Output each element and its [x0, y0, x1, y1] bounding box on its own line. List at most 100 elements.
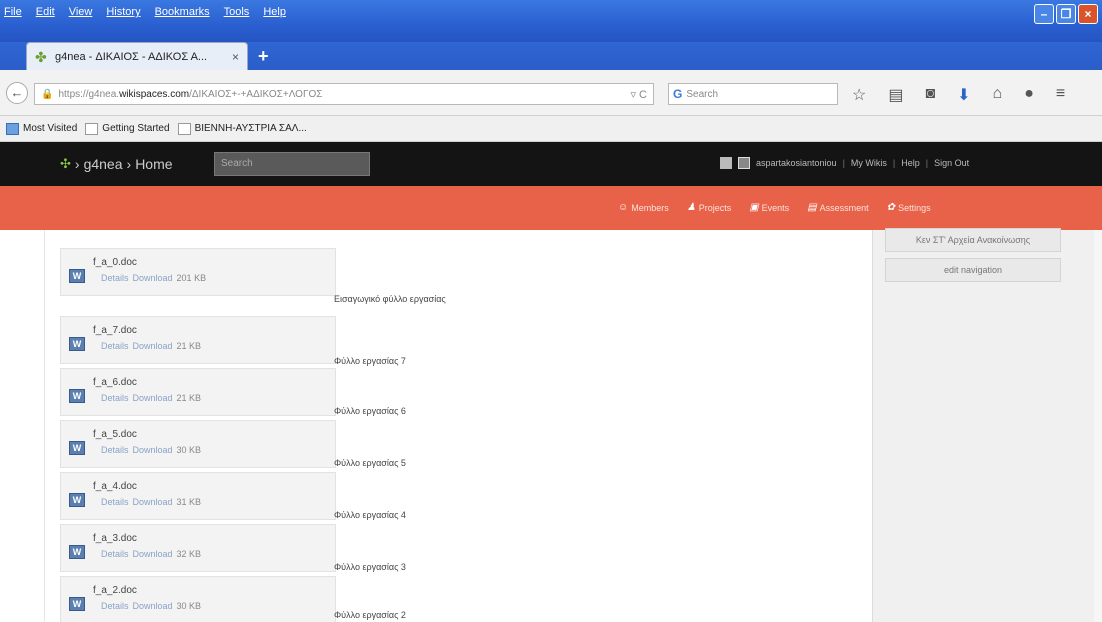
- file-item[interactable]: W f_a_3.doc Details Download 32 KB: [60, 524, 336, 572]
- breadcrumb-wiki[interactable]: g4nea: [84, 156, 123, 172]
- file-description: Φύλλο εργασίας 4: [334, 510, 406, 520]
- download-link[interactable]: Download: [133, 549, 173, 559]
- new-tab-button[interactable]: +: [258, 46, 269, 67]
- most-visited-icon: [6, 122, 19, 135]
- nav-projects[interactable]: ♟ Projects: [687, 202, 731, 213]
- help-link[interactable]: Help: [901, 158, 920, 168]
- file-item[interactable]: W f_a_2.doc Details Download 30 KB: [60, 576, 336, 622]
- file-name-link[interactable]: f_a_0.doc: [93, 257, 137, 268]
- bookmark-star-icon[interactable]: ☆: [852, 85, 866, 105]
- username-link[interactable]: aspartakosiantoniou: [756, 158, 837, 168]
- sidebar-nav-link[interactable]: Κεν ΣΤ' Αρχεία Ανακοίνωσης: [885, 228, 1061, 252]
- window-controls: – ❐ ×: [1034, 4, 1098, 24]
- word-doc-icon: W: [69, 597, 85, 611]
- bookmark-most-visited[interactable]: Most Visited: [6, 122, 78, 135]
- file-description: Φύλλο εργασίας 3: [334, 562, 406, 572]
- download-icon[interactable]: ⬇: [957, 85, 970, 105]
- google-icon: G: [673, 87, 683, 101]
- file-name-link[interactable]: f_a_3.doc: [93, 533, 137, 544]
- wikispaces-logo-icon[interactable]: ✣: [60, 156, 71, 172]
- reading-list-icon[interactable]: ▤: [888, 85, 903, 105]
- nav-events[interactable]: ▣ Events: [749, 202, 789, 213]
- file-description: Φύλλο εργασίας 2: [334, 610, 406, 620]
- browser-search-input[interactable]: G Search: [668, 83, 838, 105]
- details-link[interactable]: Details: [101, 497, 129, 507]
- my-wikis-link[interactable]: My Wikis: [851, 158, 887, 168]
- menu-history[interactable]: History: [106, 6, 140, 18]
- page-icon: [85, 122, 99, 135]
- word-doc-icon: W: [69, 493, 85, 507]
- site-search-input[interactable]: Search: [214, 152, 370, 176]
- menu-file[interactable]: File: [4, 6, 22, 18]
- reload-icon[interactable]: ▿ C: [630, 88, 647, 101]
- details-link[interactable]: Details: [101, 393, 129, 403]
- file-item[interactable]: W f_a_4.doc Details Download 31 KB: [60, 472, 336, 520]
- bookmark-getting-started[interactable]: Getting Started: [85, 122, 170, 135]
- word-doc-icon: W: [69, 545, 85, 559]
- details-link[interactable]: Details: [101, 445, 129, 455]
- sign-out-link[interactable]: Sign Out: [934, 158, 969, 168]
- home-icon[interactable]: ⌂: [993, 85, 1003, 105]
- download-link[interactable]: Download: [133, 341, 173, 351]
- menu-tools[interactable]: Tools: [224, 6, 250, 18]
- wiki-nav-bar: ☺ Members ♟ Projects ▣ Events ▤ Assessment ✿…: [0, 186, 1102, 230]
- menu-icon[interactable]: ≡: [1056, 85, 1065, 105]
- tab-close-icon[interactable]: ×: [232, 50, 239, 64]
- navigation-bar: ← 🔒 https://g4nea. wikispaces.com/ΔΙΚΑΙΟΣ…: [0, 70, 1102, 116]
- site-breadcrumb: ✣ › g4nea › Home: [60, 156, 173, 172]
- file-item[interactable]: W f_a_7.doc Details Download 21 KB: [60, 316, 336, 364]
- nav-settings[interactable]: ✿ Settings: [887, 202, 931, 213]
- file-name-link[interactable]: f_a_2.doc: [93, 585, 137, 596]
- gear-icon: ✿: [886, 202, 896, 213]
- file-size: 201 KB: [176, 273, 207, 283]
- download-link[interactable]: Download: [133, 601, 173, 611]
- download-link[interactable]: Download: [133, 497, 173, 507]
- file-name-link[interactable]: f_a_7.doc: [93, 325, 137, 336]
- url-prefix: https://g4nea.: [58, 88, 120, 100]
- file-description: Φύλλο εργασίας 5: [334, 458, 406, 468]
- nav-members[interactable]: ☺ Members: [618, 202, 669, 213]
- avatar[interactable]: [738, 157, 750, 169]
- menu-bar: File Edit View History Bookmarks Tools H…: [4, 6, 286, 18]
- details-link[interactable]: Details: [101, 341, 129, 351]
- edit-navigation-button[interactable]: edit navigation: [885, 258, 1061, 282]
- url-path: /ΔΙΚΑΙΟΣ+-+ΑΔΙΚΟΣ+ΛΟΓΟΣ: [189, 88, 323, 100]
- details-link[interactable]: Details: [101, 549, 129, 559]
- maximize-button[interactable]: ❐: [1056, 4, 1076, 24]
- page-scrollbar[interactable]: [1094, 230, 1102, 622]
- menu-view[interactable]: View: [69, 6, 93, 18]
- download-link[interactable]: Download: [133, 273, 173, 283]
- menu-bookmarks[interactable]: Bookmarks: [155, 6, 210, 18]
- close-window-button[interactable]: ×: [1078, 4, 1098, 24]
- nav-assessment[interactable]: ▤ Assessment: [807, 202, 868, 213]
- bookmark-label: Most Visited: [23, 123, 78, 134]
- toolbar-icons: ☆ ▤ ◙ ⬇ ⌂ ● ≡: [852, 85, 1065, 105]
- word-doc-icon: W: [69, 441, 85, 455]
- browser-tab[interactable]: ✤ g4nea - ΔΙΚΑΙΟΣ - ΑΔΙΚΟΣ Α... ×: [26, 42, 248, 70]
- details-link[interactable]: Details: [101, 601, 129, 611]
- bookmark-vienna[interactable]: ΒΙΕΝΝΗ-ΑΥΣΤΡΙΑ ΣΑΛ...: [177, 122, 307, 135]
- notifications-icon[interactable]: [720, 157, 732, 169]
- file-item[interactable]: W f_a_0.doc Details Download 201 KB: [60, 248, 336, 296]
- user-area: aspartakosiantoniou | My Wikis | Help | …: [720, 157, 969, 169]
- download-link[interactable]: Download: [133, 393, 173, 403]
- chat-icon[interactable]: ●: [1024, 85, 1034, 105]
- url-bar[interactable]: 🔒 https://g4nea. wikispaces.com/ΔΙΚΑΙΟΣ+-…: [34, 83, 654, 105]
- file-name-link[interactable]: f_a_5.doc: [93, 429, 137, 440]
- back-button[interactable]: ←: [6, 82, 28, 104]
- file-item[interactable]: W f_a_5.doc Details Download 30 KB: [60, 420, 336, 468]
- menu-edit[interactable]: Edit: [36, 6, 55, 18]
- file-item[interactable]: W f_a_6.doc Details Download 21 KB: [60, 368, 336, 416]
- minimize-button[interactable]: –: [1034, 4, 1054, 24]
- pocket-icon[interactable]: ◙: [925, 85, 935, 105]
- file-size: 31 KB: [176, 497, 202, 507]
- file-size: 21 KB: [176, 393, 202, 403]
- file-size: 21 KB: [176, 341, 202, 351]
- details-link[interactable]: Details: [101, 273, 129, 283]
- file-name-link[interactable]: f_a_6.doc: [93, 377, 137, 388]
- file-description: Εισαγωγικό φύλλο εργασίας: [334, 294, 446, 304]
- download-link[interactable]: Download: [133, 445, 173, 455]
- menu-help[interactable]: Help: [263, 6, 286, 18]
- file-name-link[interactable]: f_a_4.doc: [93, 481, 137, 492]
- breadcrumb-home[interactable]: Home: [135, 156, 172, 172]
